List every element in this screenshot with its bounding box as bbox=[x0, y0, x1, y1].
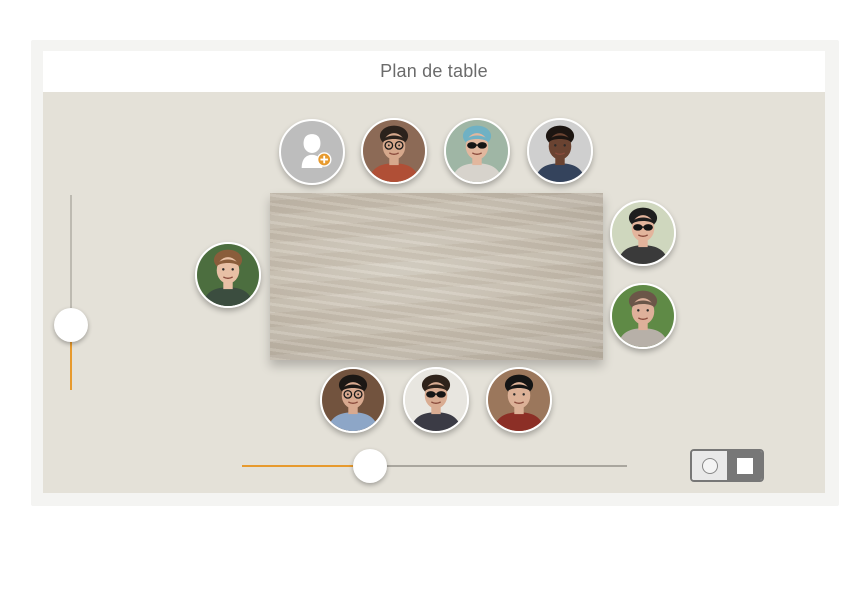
guest-seat[interactable] bbox=[444, 118, 510, 184]
add-guest-button[interactable] bbox=[279, 119, 345, 185]
guest-avatar bbox=[197, 244, 259, 306]
spacing-slider-fill bbox=[242, 465, 370, 467]
guest-avatar bbox=[363, 120, 425, 182]
rectangle-table-option[interactable] bbox=[727, 451, 762, 480]
guest-avatar bbox=[612, 202, 674, 264]
guest-seat[interactable] bbox=[486, 367, 552, 433]
guest-seat[interactable] bbox=[403, 367, 469, 433]
rectangle-table-icon bbox=[736, 457, 753, 474]
guest-seat[interactable] bbox=[610, 200, 676, 266]
guest-avatar bbox=[488, 369, 550, 431]
guest-avatar bbox=[446, 120, 508, 182]
round-table-option[interactable] bbox=[692, 451, 727, 480]
guest-avatar bbox=[405, 369, 467, 431]
page-title: Plan de table bbox=[380, 61, 488, 81]
guest-seat[interactable] bbox=[527, 118, 593, 184]
guest-seat[interactable] bbox=[361, 118, 427, 184]
header-bar: Plan de table bbox=[43, 51, 825, 93]
guest-seat[interactable] bbox=[610, 283, 676, 349]
guest-avatar bbox=[529, 120, 591, 182]
guest-seat[interactable] bbox=[320, 367, 386, 433]
zoom-slider-thumb[interactable] bbox=[54, 308, 88, 342]
table-rectangle[interactable] bbox=[270, 193, 603, 360]
table-shape-toggle[interactable] bbox=[690, 449, 764, 482]
spacing-slider-thumb[interactable] bbox=[353, 449, 387, 483]
guest-seat[interactable] bbox=[195, 242, 261, 308]
person-add-icon bbox=[301, 134, 332, 168]
round-table-icon bbox=[701, 457, 718, 474]
guest-avatar bbox=[612, 285, 674, 347]
guest-avatar bbox=[322, 369, 384, 431]
